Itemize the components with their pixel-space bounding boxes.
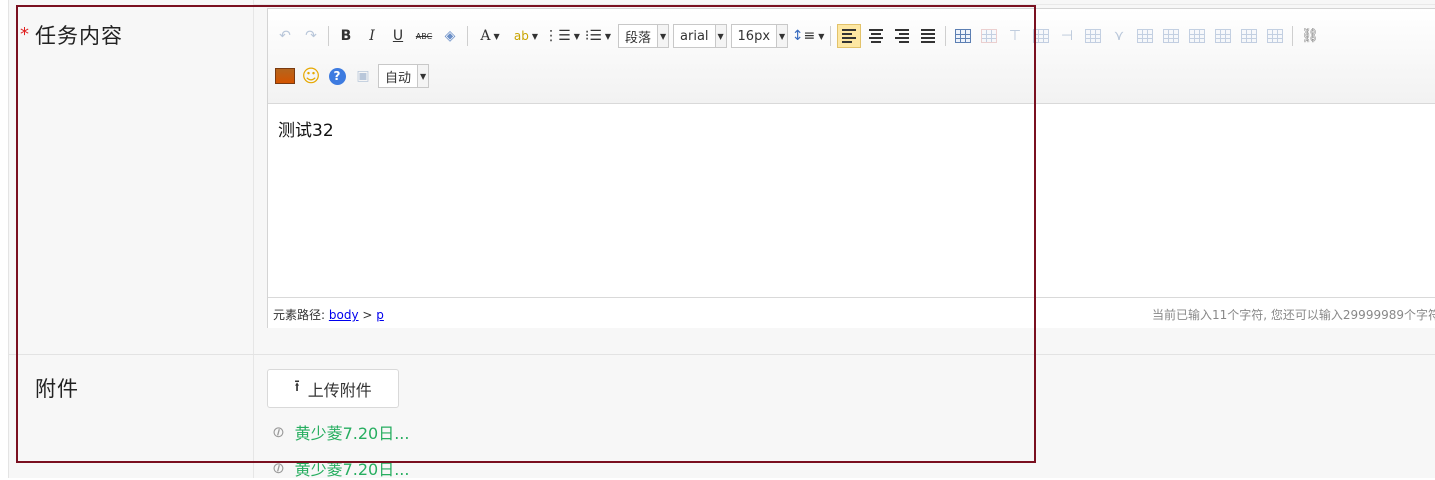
font-color-button[interactable]: A ▼ [474,25,506,47]
editor-body[interactable]: 测试32 [268,104,1435,296]
bold-button[interactable]: B [335,25,357,47]
italic-button[interactable]: I [361,25,383,47]
path-p-link[interactable]: p [376,308,384,322]
align-justify-icon[interactable] [917,25,939,47]
align-left-icon[interactable] [837,24,862,48]
split-cols-icon[interactable] [1264,25,1286,47]
eraser-icon[interactable]: ◈ [439,25,461,47]
delete-col-icon[interactable]: ⋎ [1108,25,1130,47]
insert-table-icon[interactable] [952,25,974,47]
undo-icon[interactable]: ↶ [274,25,296,47]
left-border [0,0,9,478]
content-field-label: 任务内容 [35,24,123,48]
form-page: * 任务内容 附件 ↶ ↷ B I U ABC ◈ A ▼ ab ▼ ⋮☰ ▼ ⁝☰ ▼… [0,0,1435,480]
insert-title-row-icon[interactable]: ⊤ [1004,25,1026,47]
table-props-icon[interactable] [978,25,1000,47]
font-family-select[interactable]: arial ▼ [673,24,727,48]
attachment-link[interactable]: 黄少菱7.20日... [295,420,410,444]
preview-icon[interactable]: ▣ [352,65,374,87]
required-marker: * [20,24,29,45]
content-label-cell [9,0,254,355]
editor-content[interactable]: 测试32 [278,116,334,141]
element-path-label: 元素路径: [273,308,326,322]
delete-row-icon[interactable]: ⊣ [1056,25,1078,47]
line-height-icon[interactable]: ↕ ≡ ▼ [792,25,825,47]
paperclip-icon: ⊘ [268,421,289,443]
merge-right-icon[interactable] [1160,25,1182,47]
underline-button[interactable]: U [387,25,409,47]
align-center-icon[interactable] [865,25,887,47]
auto-select[interactable]: 自动 ▼ [378,64,430,88]
split-cell-icon[interactable] [1212,25,1234,47]
highlight-color-icon[interactable]: ab ▼ [510,25,542,47]
link-icon[interactable]: ⛓ [1299,25,1321,47]
align-right-icon[interactable] [891,25,913,47]
attachment-item[interactable]: ⊘ 黄少菱7.20日... [268,456,410,480]
merge-cells-icon[interactable] [1134,25,1156,47]
help-icon[interactable]: ? [326,65,348,87]
paragraph-select[interactable]: 段落 ▼ [618,24,670,48]
paperclip-icon: ⊘ [268,457,289,479]
insert-row-icon[interactable] [1030,25,1052,47]
divider [253,4,1435,5]
row-divider [9,354,1435,355]
image-icon[interactable] [274,65,296,87]
redo-icon[interactable]: ↷ [300,25,322,47]
upload-attachment-button[interactable]: ⭱ 上传附件 [267,369,399,408]
upload-button-label: 上传附件 [307,380,372,400]
rich-text-editor: ↶ ↷ B I U ABC ◈ A ▼ ab ▼ ⋮☰ ▼ ⁝☰ ▼ 段落 ▼ arial… [267,8,1435,328]
editor-statusbar: 元素路径: body > p 当前已输入11个字符, 您还可以输入2999998… [268,297,1435,328]
path-body-link[interactable]: body [329,308,359,322]
attachment-link[interactable]: 黄少菱7.20日... [295,456,410,480]
editor-toolbar: ↶ ↷ B I U ABC ◈ A ▼ ab ▼ ⋮☰ ▼ ⁝☰ ▼ 段落 ▼ arial… [268,9,1435,104]
attach-field-label: 附件 [35,377,79,401]
emoticon-icon[interactable]: ☺ [300,65,322,87]
attachment-item[interactable]: ⊘ 黄少菱7.20日... [268,420,410,444]
upload-icon: ⭱ [294,376,300,395]
strikethrough-button[interactable]: ABC [413,25,435,47]
ordered-list-icon[interactable]: ⋮☰ ▼ [544,25,580,47]
insert-col-icon[interactable] [1082,25,1104,47]
unordered-list-icon[interactable]: ⁝☰ ▼ [582,25,614,47]
split-rows-icon[interactable] [1238,25,1260,47]
merge-down-icon[interactable] [1186,25,1208,47]
element-path: 元素路径: body > p [273,306,384,323]
font-size-select[interactable]: 16px ▼ [730,24,789,48]
path-separator: > [362,308,373,322]
word-count: 当前已输入11个字符, 您还可以输入29999989个字符 [1152,308,1435,322]
